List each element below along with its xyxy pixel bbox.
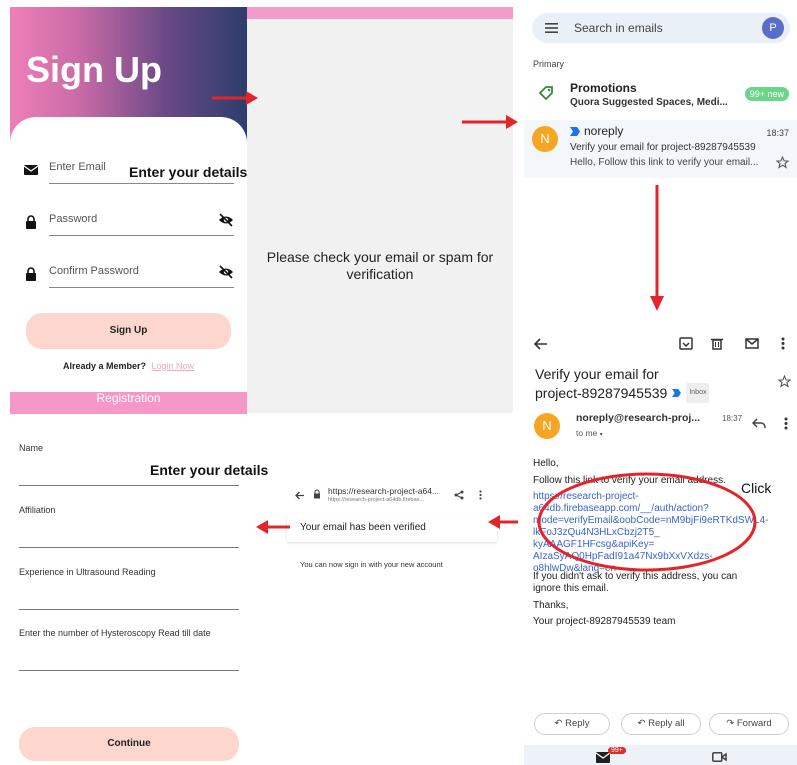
eye-off-icon[interactable]	[218, 213, 234, 227]
signature: Your project-89287945539 team	[533, 616, 676, 627]
reply-all-button[interactable]: ↶ Reply all	[621, 713, 701, 735]
more-vert-icon[interactable]	[479, 490, 482, 500]
signup-details-label: Enter your details	[129, 164, 248, 180]
highlight-ellipse	[537, 472, 757, 572]
registration-details-label: Enter your details	[150, 462, 269, 478]
signup-screen: Sign Up Enter Email Password Confirm Pas…	[10, 7, 247, 393]
verified-body: You can now sign in with your new accoun…	[300, 560, 443, 569]
mail-tab-icon[interactable]	[596, 752, 610, 763]
email-time: 18:37	[722, 414, 743, 423]
affiliation-field[interactable]: Affiliation	[19, 505, 239, 548]
promotions-title: Promotions	[570, 81, 637, 95]
browser-verified-screen: https://research-project-a64... https://…	[287, 483, 497, 583]
url-text[interactable]: https://research-project-a64...	[328, 486, 439, 496]
star-icon[interactable]	[776, 156, 789, 169]
mail-icon[interactable]	[745, 338, 759, 349]
email-subject: Verify your email for project-8928794553…	[535, 365, 710, 403]
bottom-navigation: 99+	[524, 745, 797, 765]
sender-avatar: N	[534, 413, 560, 439]
video-icon[interactable]	[712, 752, 727, 762]
inbox-screen: Search in emails P Primary Promotions Qu…	[524, 7, 797, 182]
registration-header: Registration	[10, 392, 247, 414]
ignore-note: If you didn't ask to verify this address…	[533, 571, 738, 594]
password-placeholder: Password	[49, 213, 98, 225]
verified-title: Your email has been verified	[300, 522, 426, 533]
flow-arrow-down	[650, 185, 664, 311]
experience-field[interactable]: Experience in Ultrasound Reading	[19, 567, 239, 610]
flow-arrow-left	[256, 520, 290, 534]
flow-arrow-right	[212, 91, 258, 105]
browser-url-bar: https://research-project-a64... https://…	[287, 483, 497, 507]
reply-icon[interactable]	[752, 418, 766, 429]
more-vert-icon[interactable]	[781, 337, 785, 350]
eye-off-icon[interactable]	[218, 265, 234, 279]
message-preview: Hello, Follow this link to verify your e…	[570, 157, 759, 168]
forward-button[interactable]: ↷ Forward	[709, 713, 789, 735]
inbox-label[interactable]: Inbox	[686, 383, 710, 403]
hysteroscopy-count-field[interactable]: Enter the number of Hysteroscopy Read ti…	[19, 628, 239, 671]
click-annotation: Click	[741, 480, 772, 496]
signup-button[interactable]: Sign Up	[26, 313, 231, 349]
lock-icon	[314, 489, 320, 499]
email-placeholder: Enter Email	[49, 161, 106, 173]
sender-avatar: N	[532, 126, 558, 152]
mail-count-badge: 99+	[608, 747, 626, 754]
reply-all-icon: ↶	[637, 718, 646, 729]
confirm-password-placeholder: Confirm Password	[49, 265, 139, 277]
confirm-password-field[interactable]: Confirm Password	[24, 265, 234, 295]
lock-icon	[26, 267, 36, 281]
registration-screen: Registration Name Affiliation Experience…	[10, 392, 247, 765]
important-marker-icon	[570, 127, 580, 136]
reply-icon: ↶	[554, 718, 563, 729]
email-detail-screen: Verify your email for project-8928794553…	[524, 330, 797, 765]
back-arrow-icon[interactable]	[295, 491, 305, 500]
message-row[interactable]: N noreply 18:37 Verify your email for pr…	[524, 120, 797, 178]
back-arrow-icon[interactable]	[534, 338, 548, 350]
recipient[interactable]: to me ▾	[576, 428, 603, 438]
check-email-message: Please check your email or spam for veri…	[266, 249, 494, 282]
star-icon[interactable]	[778, 375, 791, 388]
member-text: Already a Member?	[62, 361, 146, 371]
url-subtext: https://research-project-a64db.firebas..…	[328, 497, 424, 503]
section-label: Primary	[533, 59, 564, 69]
mail-icon	[24, 165, 38, 175]
reply-button[interactable]: ↶ Reply	[534, 713, 610, 735]
share-icon[interactable]	[454, 490, 464, 500]
login-prompt: Already a Member? Login Now	[10, 361, 247, 371]
promotions-subtitle: Quora Suggested Spaces, Medi...	[570, 97, 728, 108]
message-time: 18:37	[766, 128, 789, 138]
menu-icon[interactable]	[545, 23, 558, 33]
sender-name: noreply	[584, 124, 624, 138]
account-avatar[interactable]: P	[762, 17, 784, 39]
signup-form: Enter Email Password Confirm Password Si…	[10, 117, 247, 393]
tag-icon	[538, 86, 553, 101]
flow-arrow-left	[488, 515, 518, 529]
forward-icon: ↷	[726, 718, 735, 729]
top-bar	[247, 7, 513, 19]
important-marker-icon	[672, 389, 682, 397]
promotions-row[interactable]: Promotions Quora Suggested Spaces, Medi.…	[524, 77, 797, 117]
verified-card: Your email has been verified	[287, 514, 497, 542]
search-input[interactable]: Search in emails	[574, 21, 663, 35]
more-vert-icon[interactable]	[784, 417, 788, 430]
continue-button[interactable]: Continue	[19, 727, 239, 761]
check-email-screen: Please check your email or spam for veri…	[247, 7, 513, 413]
search-bar[interactable]: Search in emails P	[532, 13, 790, 43]
flow-arrow-right	[462, 115, 518, 129]
login-link[interactable]: Login Now	[152, 361, 195, 371]
sender-email: noreply@research-proj...	[576, 412, 701, 424]
archive-icon[interactable]	[679, 337, 693, 350]
new-count-badge: 99+ new	[744, 87, 789, 101]
password-field[interactable]: Password	[24, 213, 234, 243]
signup-title: Sign Up	[26, 49, 162, 90]
thanks-text: Thanks,	[533, 600, 569, 611]
lock-icon	[26, 215, 36, 229]
message-subject: Verify your email for project-8928794553…	[570, 142, 756, 153]
registration-title: Registration	[96, 391, 161, 405]
trash-icon[interactable]	[711, 337, 723, 350]
